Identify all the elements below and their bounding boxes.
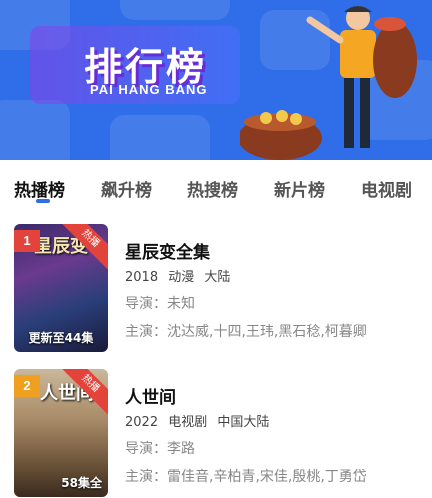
- director-value: 李路: [167, 441, 195, 457]
- active-tab-indicator: [36, 199, 50, 203]
- item-year: 2022: [125, 415, 159, 430]
- poster[interactable]: 星辰变 1 热播 更新至44集: [14, 224, 108, 352]
- director-label: 导演：: [125, 441, 167, 457]
- actors-label: 主演：: [125, 324, 167, 340]
- tab-rising[interactable]: 飙升榜: [101, 176, 152, 201]
- tab-hot-play[interactable]: 热播榜: [14, 176, 65, 201]
- item-genre: 电视剧: [168, 415, 208, 430]
- item-meta: 2018 动漫 大陆: [125, 266, 236, 285]
- poster[interactable]: 人世间 2 热播 58集全: [14, 369, 108, 497]
- item-title[interactable]: 人世间: [125, 383, 176, 408]
- item-director: 导演：李路: [125, 438, 195, 458]
- tab-new-release[interactable]: 新片榜: [274, 176, 325, 201]
- item-title[interactable]: 星辰变全集: [125, 238, 210, 263]
- item-actors: 主演：雷佳音,辛柏青,宋佳,殷桃,丁勇岱: [125, 466, 425, 486]
- item-year: 2018: [125, 270, 159, 285]
- list-item[interactable]: 人世间 2 热播 58集全 人世间 2022 电视剧 中国大陆 导演：李路 主演…: [0, 369, 432, 498]
- rank-badge: 1: [14, 230, 40, 252]
- banner-illustration: [240, 6, 417, 160]
- list-item[interactable]: 星辰变 1 热播 更新至44集 星辰变全集 2018 动漫 大陆 导演：未知 主…: [0, 224, 432, 356]
- actors-label: 主演：: [125, 469, 167, 485]
- director-value: 未知: [167, 296, 195, 312]
- item-meta: 2022 电视剧 中国大陆: [125, 411, 275, 430]
- update-status: 更新至44集: [28, 331, 94, 345]
- banner-subtitle: PAI HANG BANG: [90, 82, 208, 97]
- rank-tabs: 热播榜 飙升榜 热搜榜 新片榜 电视剧: [0, 160, 432, 212]
- item-director: 导演：未知: [125, 293, 195, 313]
- tab-tv-series[interactable]: 电视剧: [361, 176, 412, 201]
- rank-badge: 2: [14, 375, 40, 397]
- actors-value: 雷佳音,辛柏青,宋佳,殷桃,丁勇岱: [167, 469, 367, 485]
- rank-banner: 排行榜 PAI HANG BANG: [0, 0, 432, 160]
- item-region: 中国大陆: [217, 415, 270, 430]
- update-status: 58集全: [61, 476, 102, 490]
- director-label: 导演：: [125, 296, 167, 312]
- actors-value: 沈达威,十四,王玮,黑石稔,柯暮卿: [167, 324, 367, 340]
- item-region: 大陆: [204, 270, 231, 285]
- tab-hot-search[interactable]: 热搜榜: [187, 176, 238, 201]
- item-actors: 主演：沈达威,十四,王玮,黑石稔,柯暮卿: [125, 321, 425, 341]
- item-genre: 动漫: [168, 270, 195, 285]
